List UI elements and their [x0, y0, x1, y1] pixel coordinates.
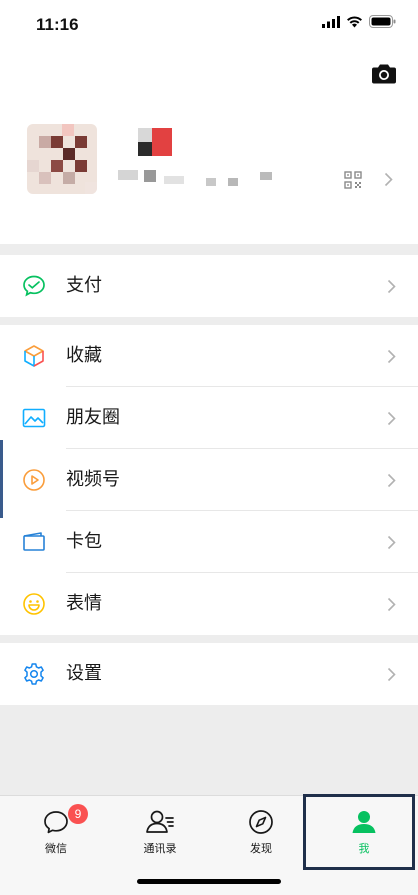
menu-row-moments[interactable]: 朋友圈 [0, 387, 418, 449]
compass-icon [249, 810, 273, 834]
chat-bubble-icon [44, 811, 68, 834]
status-time: 11:16 [36, 15, 79, 34]
menu-label-pay: 支付 [66, 275, 102, 296]
tab-label-me: 我 [358, 842, 370, 855]
chevron-right-icon [387, 279, 396, 294]
status-bar: 11:16 [0, 0, 418, 50]
moments-icon [22, 406, 46, 430]
tab-chats[interactable]: 9 微信 [4, 796, 108, 866]
menu-row-pay[interactable]: 支付 [0, 255, 418, 317]
tab-label-discover: 发现 [250, 842, 272, 855]
main-menu-group: 收藏 朋友圈 视频号 卡包 表情 [0, 325, 418, 635]
tab-discover[interactable]: 发现 [209, 796, 313, 866]
menu-row-cards[interactable]: 卡包 [0, 511, 418, 573]
signal-icon [322, 15, 340, 28]
menu-row-stickers[interactable]: 表情 [0, 573, 418, 635]
tab-label-contacts: 通讯录 [143, 842, 177, 855]
pay-group: 支付 [0, 255, 418, 317]
menu-label-moments: 朋友圈 [66, 407, 120, 428]
nickname-blurred [118, 128, 278, 198]
window-edge-marker [0, 440, 3, 518]
battery-icon [369, 15, 396, 28]
chevron-right-icon [387, 667, 396, 682]
settings-gear-icon [22, 662, 46, 686]
menu-label-cards: 卡包 [66, 531, 102, 552]
chevron-right-icon [387, 535, 396, 550]
menu-row-favorites[interactable]: 收藏 [0, 325, 418, 387]
channels-icon [22, 468, 46, 492]
menu-row-settings[interactable]: 设置 [0, 643, 418, 705]
menu-label-settings: 设置 [66, 663, 102, 684]
contacts-icon [146, 810, 174, 833]
menu-label-channels: 视频号 [66, 469, 120, 490]
profile-header[interactable] [0, 50, 418, 244]
chevron-right-icon [387, 473, 396, 488]
wifi-icon [347, 15, 362, 27]
pay-icon [22, 274, 46, 298]
chevron-right-icon[interactable] [384, 172, 393, 187]
settings-group: 设置 [0, 643, 418, 705]
tab-contacts[interactable]: 通讯录 [108, 796, 212, 866]
chevron-right-icon [387, 411, 396, 426]
unread-badge: 9 [68, 804, 88, 824]
card-wallet-icon [22, 530, 46, 554]
status-icons [322, 15, 396, 28]
sticker-icon [22, 592, 46, 616]
home-indicator [137, 879, 281, 884]
favorites-icon [22, 344, 46, 368]
qr-code-icon[interactable] [344, 171, 362, 189]
menu-label-favorites: 收藏 [66, 345, 102, 366]
wechat-me-screen: 11:16 支付 收藏 朋友圈 视频号 卡包 表情 设置 9 微信 通讯录 发现… [0, 0, 418, 895]
camera-icon[interactable] [372, 64, 396, 84]
tab-label-chats: 微信 [45, 842, 67, 855]
menu-row-channels[interactable]: 视频号 [0, 449, 418, 511]
chevron-right-icon [387, 349, 396, 364]
menu-label-stickers: 表情 [66, 593, 102, 614]
chevron-right-icon [387, 597, 396, 612]
person-icon [352, 811, 376, 833]
avatar[interactable] [27, 124, 97, 194]
tab-me[interactable]: 我 [312, 796, 416, 866]
